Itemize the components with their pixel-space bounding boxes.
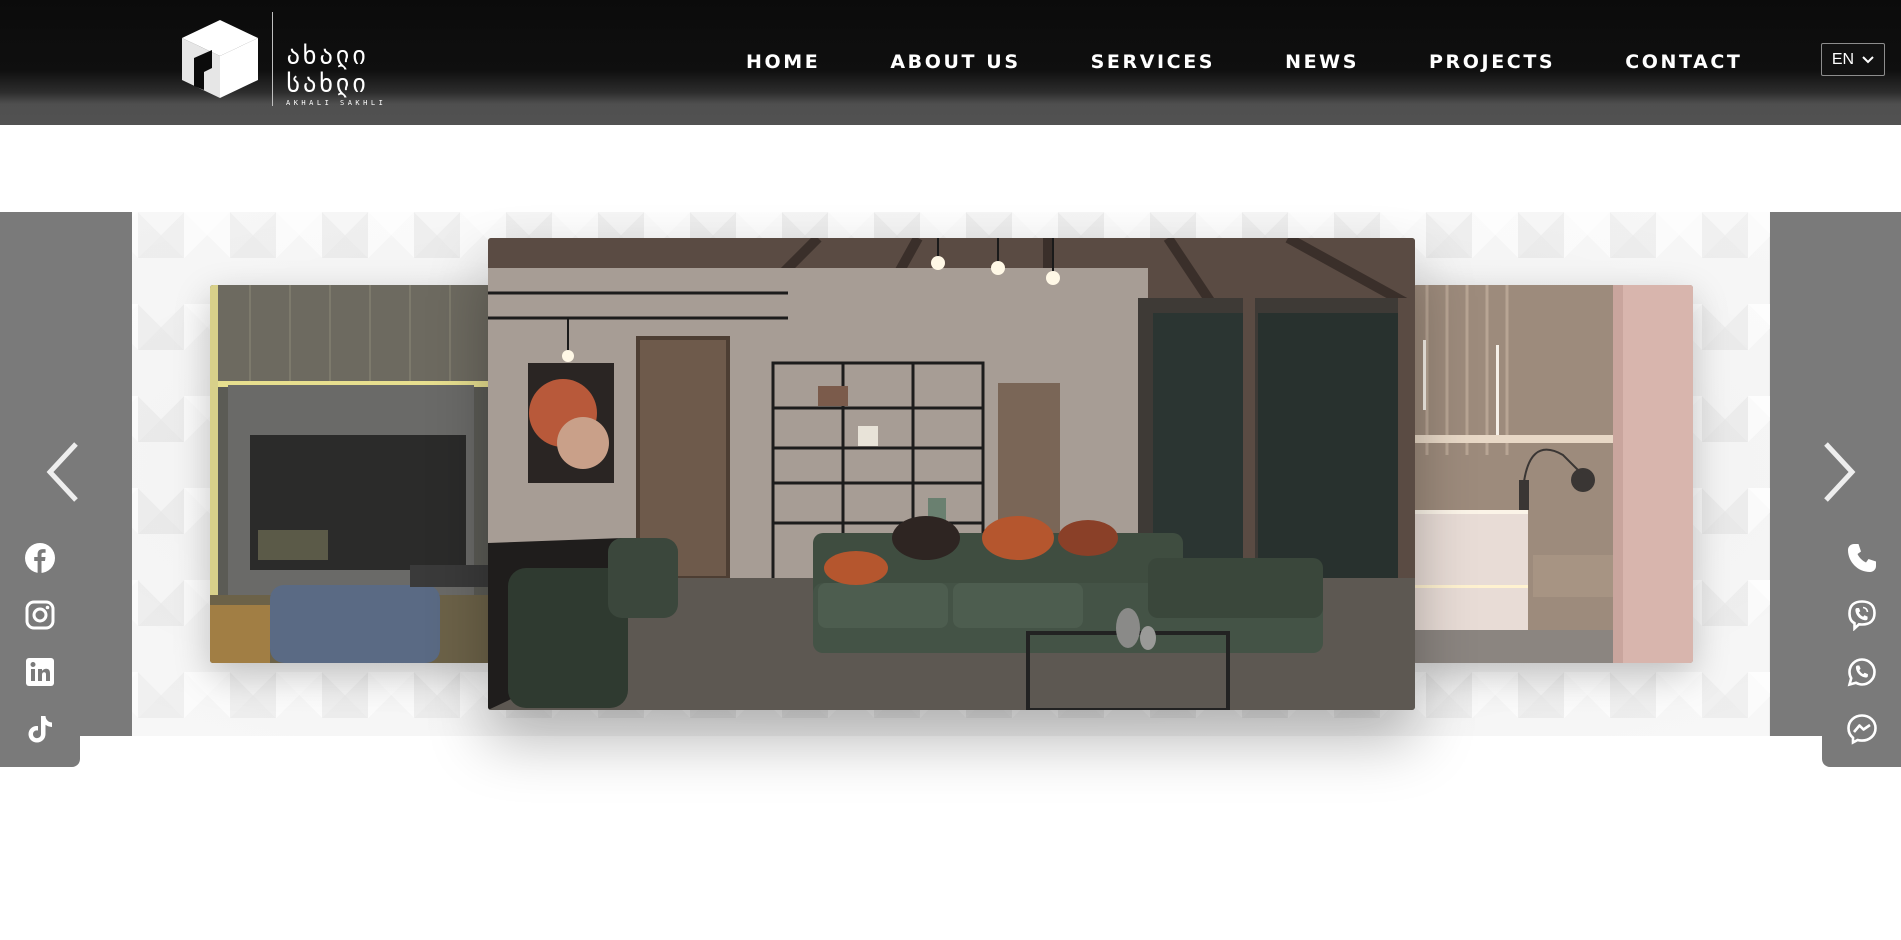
chevron-right-icon xyxy=(1824,442,1856,502)
nav-contact[interactable]: CONTACT xyxy=(1625,48,1742,76)
language-select[interactable]: EN xyxy=(1821,43,1885,76)
nav-about-us[interactable]: ABOUT US xyxy=(890,48,1020,76)
facebook-link[interactable] xyxy=(23,541,57,575)
chevron-down-icon xyxy=(1862,55,1874,63)
whatsapp-icon xyxy=(1847,657,1876,686)
main-nav: HOME ABOUT US SERVICES NEWS PROJECTS CON… xyxy=(746,48,1742,76)
brand-name-latin: AKHALI SAKHLI xyxy=(286,99,387,107)
messenger-link[interactable] xyxy=(1845,712,1879,746)
instagram-icon xyxy=(25,600,55,629)
site-header: ახალი სახლი AKHALI SAKHLI HOME ABOUT US … xyxy=(0,0,1901,125)
logo-divider xyxy=(272,12,273,106)
instagram-link[interactable] xyxy=(23,598,57,632)
slider-next-button[interactable] xyxy=(1820,440,1860,504)
phone-link[interactable] xyxy=(1845,541,1879,575)
cube-logo-icon xyxy=(182,20,258,98)
nav-projects[interactable]: PROJECTS xyxy=(1429,48,1555,76)
slide-previous[interactable] xyxy=(210,285,490,663)
phone-icon xyxy=(1848,543,1876,572)
social-links-panel xyxy=(0,519,80,767)
slide-current-image xyxy=(488,238,1415,710)
slide-previous-image xyxy=(210,285,490,663)
nav-services[interactable]: SERVICES xyxy=(1091,48,1215,76)
slide-current[interactable] xyxy=(488,238,1415,710)
linkedin-link[interactable] xyxy=(23,655,57,689)
tiktok-icon xyxy=(28,715,52,742)
whatsapp-link[interactable] xyxy=(1845,655,1879,689)
facebook-icon xyxy=(25,542,55,573)
chevron-left-icon xyxy=(46,442,78,502)
slider-prev-button[interactable] xyxy=(42,440,82,504)
slide-next-image xyxy=(1413,285,1693,663)
slide-next[interactable] xyxy=(1413,285,1693,663)
nav-home[interactable]: HOME xyxy=(746,48,820,76)
logo-text: ახალი სახლი AKHALI SAKHLI xyxy=(286,42,420,108)
viber-icon xyxy=(1848,599,1876,631)
linkedin-icon xyxy=(26,657,54,686)
brand-logo[interactable]: ახალი სახლი AKHALI SAKHLI xyxy=(180,12,420,108)
brand-name-georgian: ახალი სახლი xyxy=(286,40,369,99)
messenger-icon xyxy=(1847,713,1877,745)
contact-links-panel xyxy=(1822,519,1901,767)
tiktok-link[interactable] xyxy=(23,712,57,746)
viber-link[interactable] xyxy=(1845,598,1879,632)
nav-news[interactable]: NEWS xyxy=(1285,48,1359,76)
language-value: EN xyxy=(1831,50,1855,68)
